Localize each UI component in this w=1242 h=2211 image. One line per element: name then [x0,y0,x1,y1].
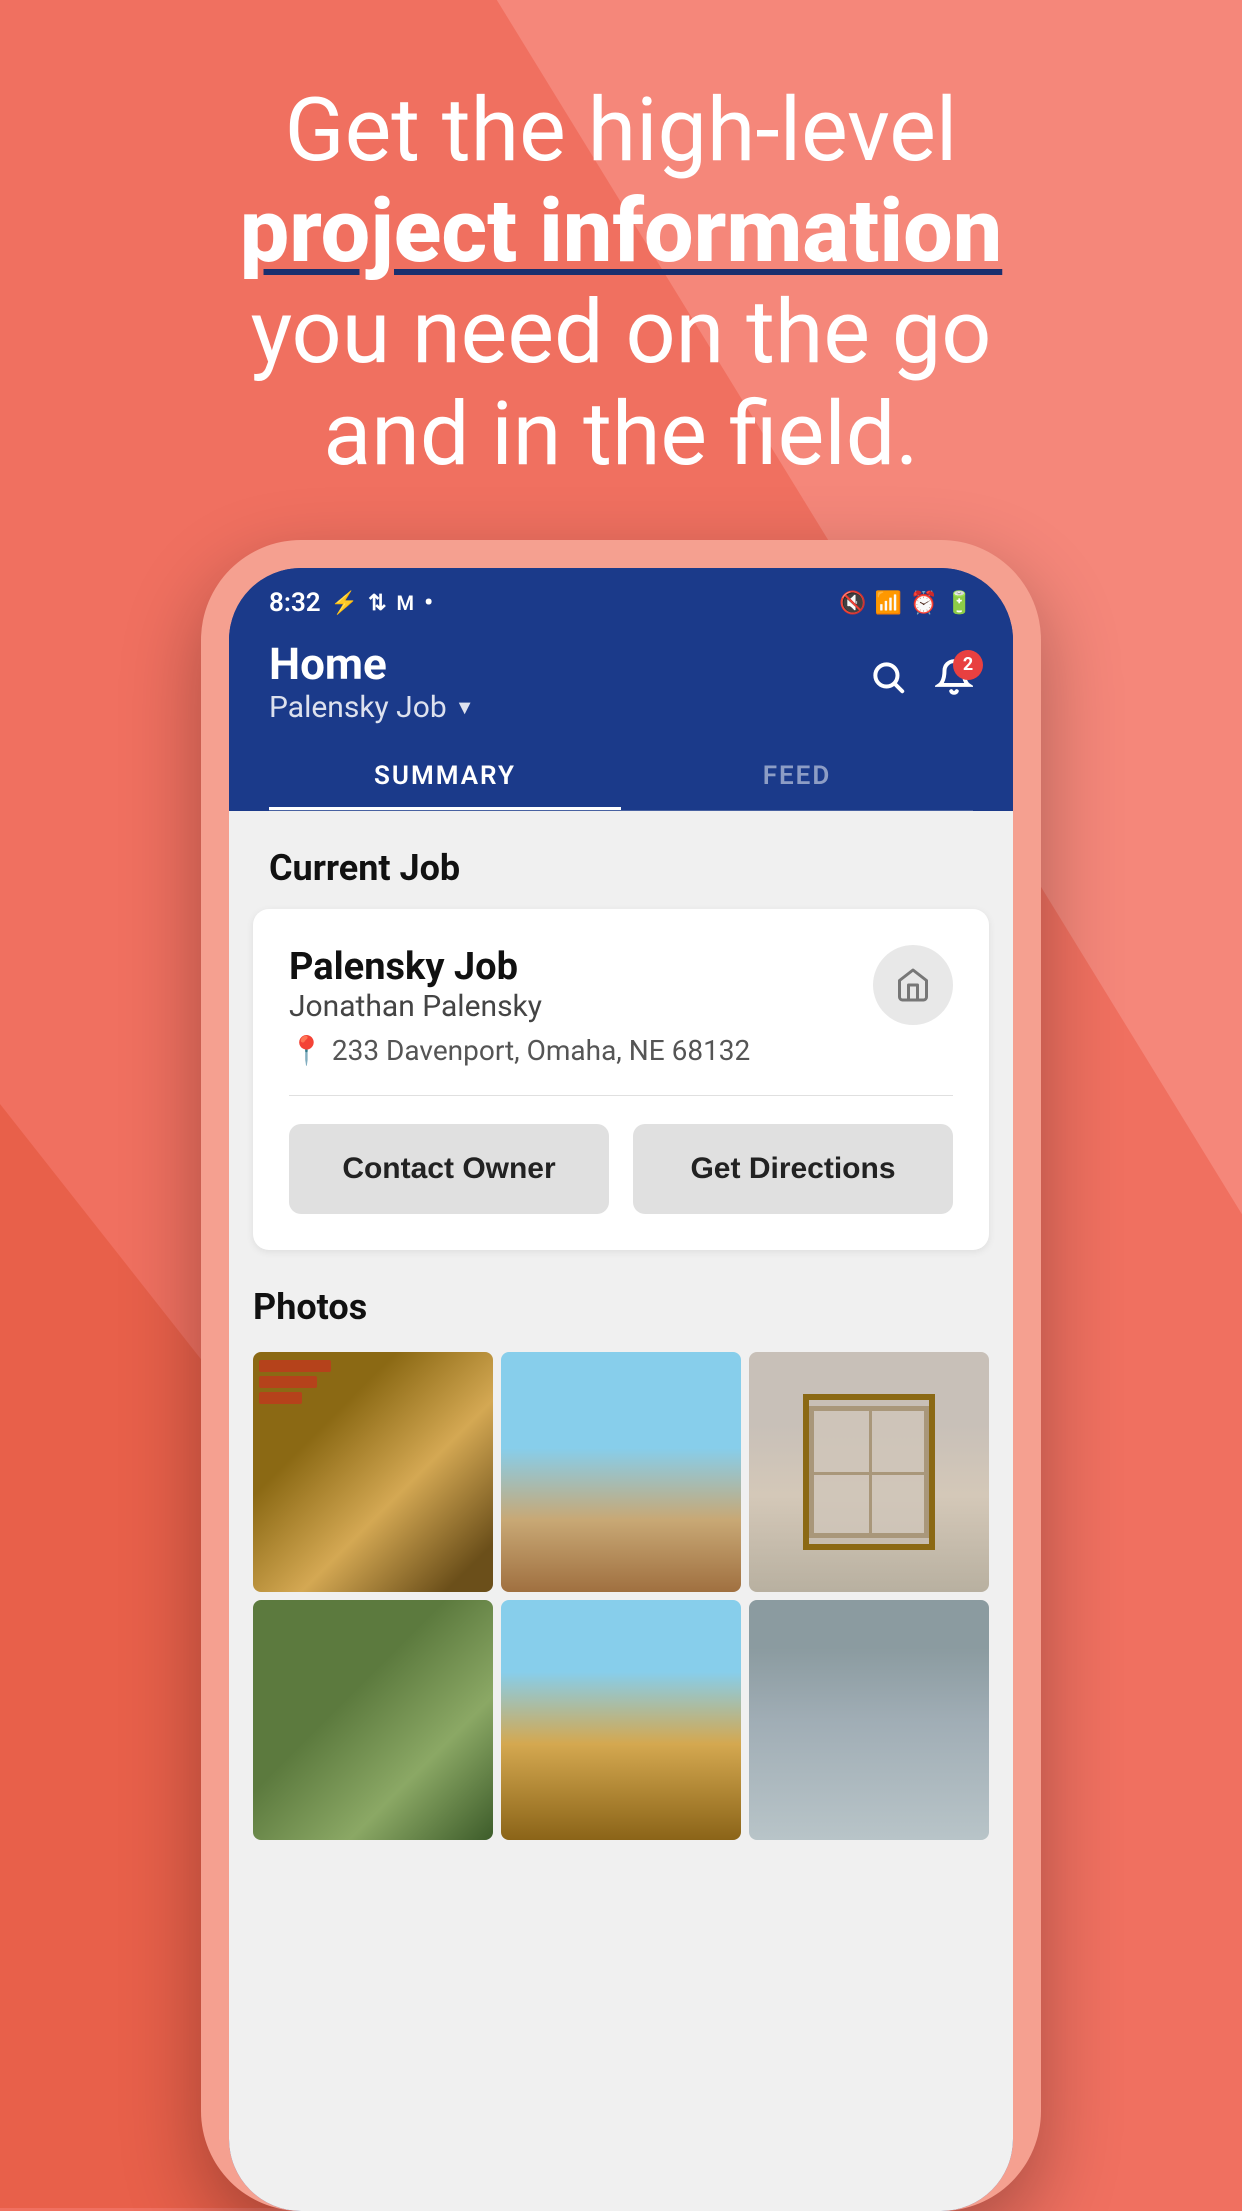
photo-thumb-4[interactable] [253,1600,493,1840]
alarm-icon: ⏰ [910,591,937,616]
job-name: Palensky Job [289,945,750,989]
photo-thumb-1[interactable] [253,1352,493,1592]
job-info: Palensky Job Jonathan Palensky 📍 233 Dav… [289,945,750,1067]
app-header-top: Home Palensky Job ▼ [269,638,973,741]
battery-icon: 🔋 [946,591,973,616]
gmail-icon: M [397,591,415,615]
status-left: 8:32 ⚡ ⇅ M • [269,588,433,618]
job-card: Palensky Job Jonathan Palensky 📍 233 Dav… [253,909,989,1250]
contact-owner-button[interactable]: Contact Owner [289,1124,609,1214]
job-actions: Contact Owner Get Directions [289,1124,953,1214]
status-right-icons: 🔇 📶 ⏰ 🔋 [839,591,973,616]
lightning-icon: ⚡ [331,591,358,616]
app-subtitle: Palensky Job ▼ [269,690,474,725]
app-content: Current Job Palensky Job Jonathan Palens… [229,811,1013,2211]
hero-line1: Get the high-level [285,79,958,182]
app-title-block: Home Palensky Job ▼ [269,638,474,725]
photo-thumb-3[interactable] [749,1352,989,1592]
status-time: 8:32 [269,588,321,618]
search-button[interactable] [869,658,907,706]
hero-line4: and in the field. [323,383,918,486]
phone-inner-screen: 8:32 ⚡ ⇅ M • 🔇 📶 ⏰ 🔋 Home [229,568,1013,2211]
project-name: Palensky Job [269,690,447,725]
phone-outer-shell: 8:32 ⚡ ⇅ M • 🔇 📶 ⏰ 🔋 Home [201,540,1041,2211]
notification-badge: 2 [953,650,983,680]
hero-section: Get the high-level project information y… [0,80,1242,485]
notifications-button[interactable]: 2 [935,658,973,706]
photo-thumb-5[interactable] [501,1600,741,1840]
hero-line2-bold: project information [240,180,1003,283]
app-header: Home Palensky Job ▼ [229,628,1013,811]
photos-grid [253,1352,989,1840]
hero-line3: you need on the go [251,281,992,384]
photo-thumb-2[interactable] [501,1352,741,1592]
photos-section: Photos [229,1250,1013,1840]
card-divider [289,1095,953,1096]
photo-overlay-1 [259,1360,331,1528]
header-actions: 2 [869,658,973,706]
app-title: Home [269,638,474,690]
wifi-off-icon: 📶 [875,591,902,616]
photo-thumb-6[interactable] [749,1600,989,1840]
mute-icon: 🔇 [839,591,866,616]
photos-heading: Photos [253,1286,989,1328]
job-owner: Jonathan Palensky [289,989,750,1024]
dot-icon: • [424,588,433,618]
tab-summary[interactable]: SUMMARY [269,741,621,810]
get-directions-button[interactable]: Get Directions [633,1124,953,1214]
chevron-down-icon[interactable]: ▼ [455,695,475,720]
current-job-heading: Current Job [229,811,1013,909]
app-tabs: SUMMARY FEED [269,741,973,811]
job-address: 📍 233 Davenport, Omaha, NE 68132 [289,1034,750,1067]
job-card-header: Palensky Job Jonathan Palensky 📍 233 Dav… [289,945,953,1067]
tab-feed[interactable]: FEED [621,741,973,810]
home-icon [873,945,953,1025]
phone-mockup: 8:32 ⚡ ⇅ M • 🔇 📶 ⏰ 🔋 Home [201,540,1041,2211]
status-bar: 8:32 ⚡ ⇅ M • 🔇 📶 ⏰ 🔋 [229,568,1013,628]
sync-icon: ⇅ [368,591,386,616]
location-pin-icon: 📍 [289,1034,324,1067]
